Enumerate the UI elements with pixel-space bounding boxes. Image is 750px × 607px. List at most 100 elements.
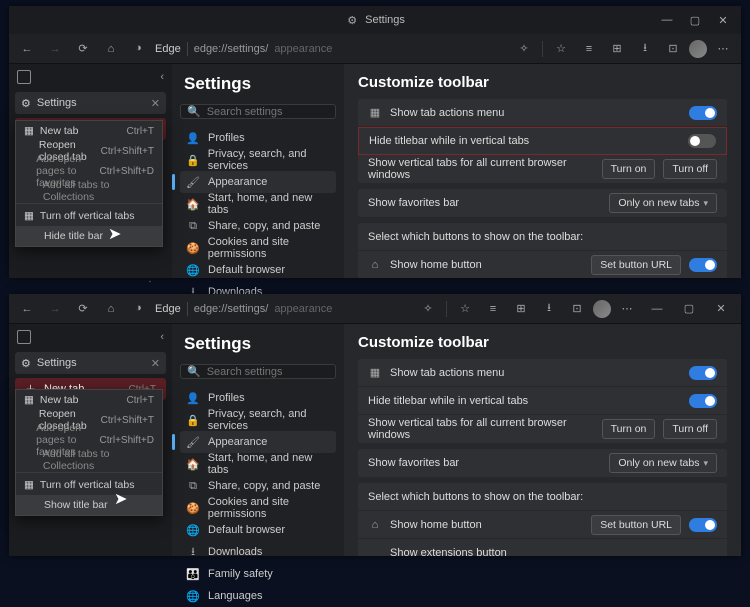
minimize-button[interactable]: — <box>643 295 671 323</box>
edge-logo-icon: ◑ <box>135 302 149 316</box>
profile-avatar[interactable] <box>689 40 707 58</box>
nav-item[interactable]: 🌐Default browser <box>180 259 336 281</box>
nav-item[interactable]: ⧉Share, copy, and paste <box>180 215 336 237</box>
tab-actions-icon[interactable] <box>17 70 31 84</box>
close-tab-icon[interactable]: ✕ <box>151 97 160 110</box>
minimize-button[interactable]: — <box>653 6 681 34</box>
extensions-icon[interactable]: ⊡ <box>661 36 685 62</box>
maximize-button[interactable]: ▢ <box>681 6 709 34</box>
address-bar[interactable]: ◑ Edge edge://settings/appearance <box>129 38 508 60</box>
menu-item-shortcut: Ctrl+T <box>127 395 155 406</box>
nav-item[interactable]: 👤Profiles <box>180 127 336 149</box>
tab-settings[interactable]: ⚙ Settings ✕ <box>15 352 166 374</box>
action-button[interactable]: Turn on <box>602 419 656 439</box>
reading-list-icon[interactable]: ≡ <box>481 296 505 322</box>
refresh-button[interactable]: ⟳ <box>71 296 95 322</box>
gear-icon: ⚙ <box>345 13 359 27</box>
chevron-left-icon[interactable]: ‹ <box>160 331 164 343</box>
nav-item[interactable]: ⧉Share, copy, and paste <box>180 475 336 497</box>
nav-item[interactable]: 🔒Privacy, search, and services <box>180 409 336 431</box>
context-menu-item[interactable]: ▦Turn off vertical tabs <box>16 206 162 226</box>
menu-item-icon: ▦ <box>24 210 34 222</box>
url-leaf: appearance <box>274 303 332 315</box>
back-button[interactable]: ← <box>15 36 39 62</box>
context-menu-item[interactable]: ▦New tabCtrl+T <box>16 121 162 141</box>
tracking-icon[interactable]: ✧ <box>416 296 440 322</box>
context-menu-item[interactable]: Show title bar <box>16 495 162 515</box>
nav-item[interactable]: 👤Profiles <box>180 387 336 409</box>
setting-label: Show tab actions menu <box>390 107 681 119</box>
back-button[interactable]: ← <box>15 296 39 322</box>
nav-item-label: Downloads <box>208 546 262 558</box>
action-button[interactable]: Turn on <box>602 159 656 179</box>
context-menu-item[interactable]: ▦New tabCtrl+T <box>16 390 162 410</box>
context-menu-item[interactable]: Hide title bar <box>16 226 162 246</box>
menu-button[interactable]: ⋯ <box>615 296 639 322</box>
nav-item-label: Appearance <box>208 436 267 448</box>
search-input[interactable] <box>207 106 349 118</box>
extensions-icon[interactable]: ⊡ <box>565 296 589 322</box>
tab-context-menu[interactable]: ▦New tabCtrl+TReopen closed tabCtrl+Shif… <box>15 120 163 247</box>
toggle-switch[interactable] <box>688 134 716 148</box>
home-button[interactable]: ⌂ <box>99 36 123 62</box>
action-button[interactable]: Set button URL <box>591 255 681 275</box>
favorites-icon[interactable]: ☆ <box>549 36 573 62</box>
setting-row: Show favorites barOnly on new tabs▾ <box>358 189 727 217</box>
nav-item[interactable]: 🌐Languages <box>180 585 336 607</box>
refresh-button[interactable]: ⟳ <box>71 36 95 62</box>
downloads-icon[interactable]: ⭳ <box>537 296 561 322</box>
collections-icon[interactable]: ⊞ <box>509 296 533 322</box>
chevron-left-icon[interactable]: ‹ <box>160 71 164 83</box>
setting-row: Show vertical tabs for all current brows… <box>358 155 727 183</box>
row-icon: ▦ <box>368 366 382 379</box>
settings-search[interactable]: 🔍 <box>180 364 336 379</box>
profile-avatar[interactable] <box>593 300 611 318</box>
downloads-icon[interactable]: ⭳ <box>633 36 657 62</box>
toggle-switch[interactable] <box>689 394 717 408</box>
setting-label: Show vertical tabs for all current brows… <box>368 157 594 181</box>
tab-context-menu[interactable]: ▦New tabCtrl+TReopen closed tabCtrl+Shif… <box>15 389 163 516</box>
tab-settings[interactable]: ⚙ Settings ✕ <box>15 92 166 114</box>
nav-item[interactable]: 🍪Cookies and site permissions <box>180 497 336 519</box>
dropdown-select[interactable]: Only on new tabs▾ <box>609 453 717 473</box>
dropdown-select[interactable]: Only on new tabs▾ <box>609 193 717 213</box>
context-menu-item[interactable]: ▦Turn off vertical tabs <box>16 475 162 495</box>
settings-title: Settings <box>184 74 332 94</box>
nav-item[interactable]: 👪Family safety <box>180 563 336 585</box>
menu-item-shortcut: Ctrl+Shift+D <box>100 435 154 446</box>
toggle-switch[interactable] <box>689 518 717 532</box>
close-tab-icon[interactable]: ✕ <box>151 357 160 370</box>
tab-actions-icon[interactable] <box>17 330 31 344</box>
close-button[interactable]: ✕ <box>709 6 737 34</box>
edge-logo-icon: ◑ <box>135 42 149 56</box>
nav-item[interactable]: 🏠Start, home, and new tabs <box>180 193 336 215</box>
nav-item[interactable]: 🍪Cookies and site permissions <box>180 237 336 259</box>
reading-list-icon[interactable]: ≡ <box>577 36 601 62</box>
favorites-icon[interactable]: ☆ <box>453 296 477 322</box>
action-button[interactable]: Turn off <box>663 419 717 439</box>
menu-item-icon: ▦ <box>24 479 34 491</box>
menu-button[interactable]: ⋯ <box>711 36 735 62</box>
nav-item[interactable]: 🖌Appearance <box>180 171 336 193</box>
search-input[interactable] <box>207 366 349 378</box>
close-button[interactable]: ✕ <box>707 295 735 323</box>
toggle-switch[interactable] <box>689 258 717 272</box>
home-button[interactable]: ⌂ <box>99 296 123 322</box>
nav-item[interactable]: 🏠Start, home, and new tabs <box>180 453 336 475</box>
collections-icon[interactable]: ⊞ <box>605 36 629 62</box>
nav-item[interactable]: 🖌Appearance <box>180 431 336 453</box>
nav-item-label: Appearance <box>208 176 267 188</box>
action-button[interactable]: Set button URL <box>591 515 681 535</box>
nav-item[interactable]: 🔒Privacy, search, and services <box>180 149 336 171</box>
settings-search[interactable]: 🔍 <box>180 104 336 119</box>
maximize-button[interactable]: ▢ <box>675 295 703 323</box>
action-button[interactable]: Turn off <box>663 159 717 179</box>
nav-item[interactable]: ⭳Downloads <box>180 541 336 563</box>
menu-item-label: Add all tabs to Collections <box>43 179 154 203</box>
setting-label: Show extensions button <box>390 547 717 556</box>
toggle-switch[interactable] <box>689 366 717 380</box>
nav-item[interactable]: 🌐Default browser <box>180 519 336 541</box>
address-bar[interactable]: ◑ Edge edge://settings/appearance <box>129 298 412 320</box>
toggle-switch[interactable] <box>689 106 717 120</box>
tracking-icon[interactable]: ✧ <box>512 36 536 62</box>
